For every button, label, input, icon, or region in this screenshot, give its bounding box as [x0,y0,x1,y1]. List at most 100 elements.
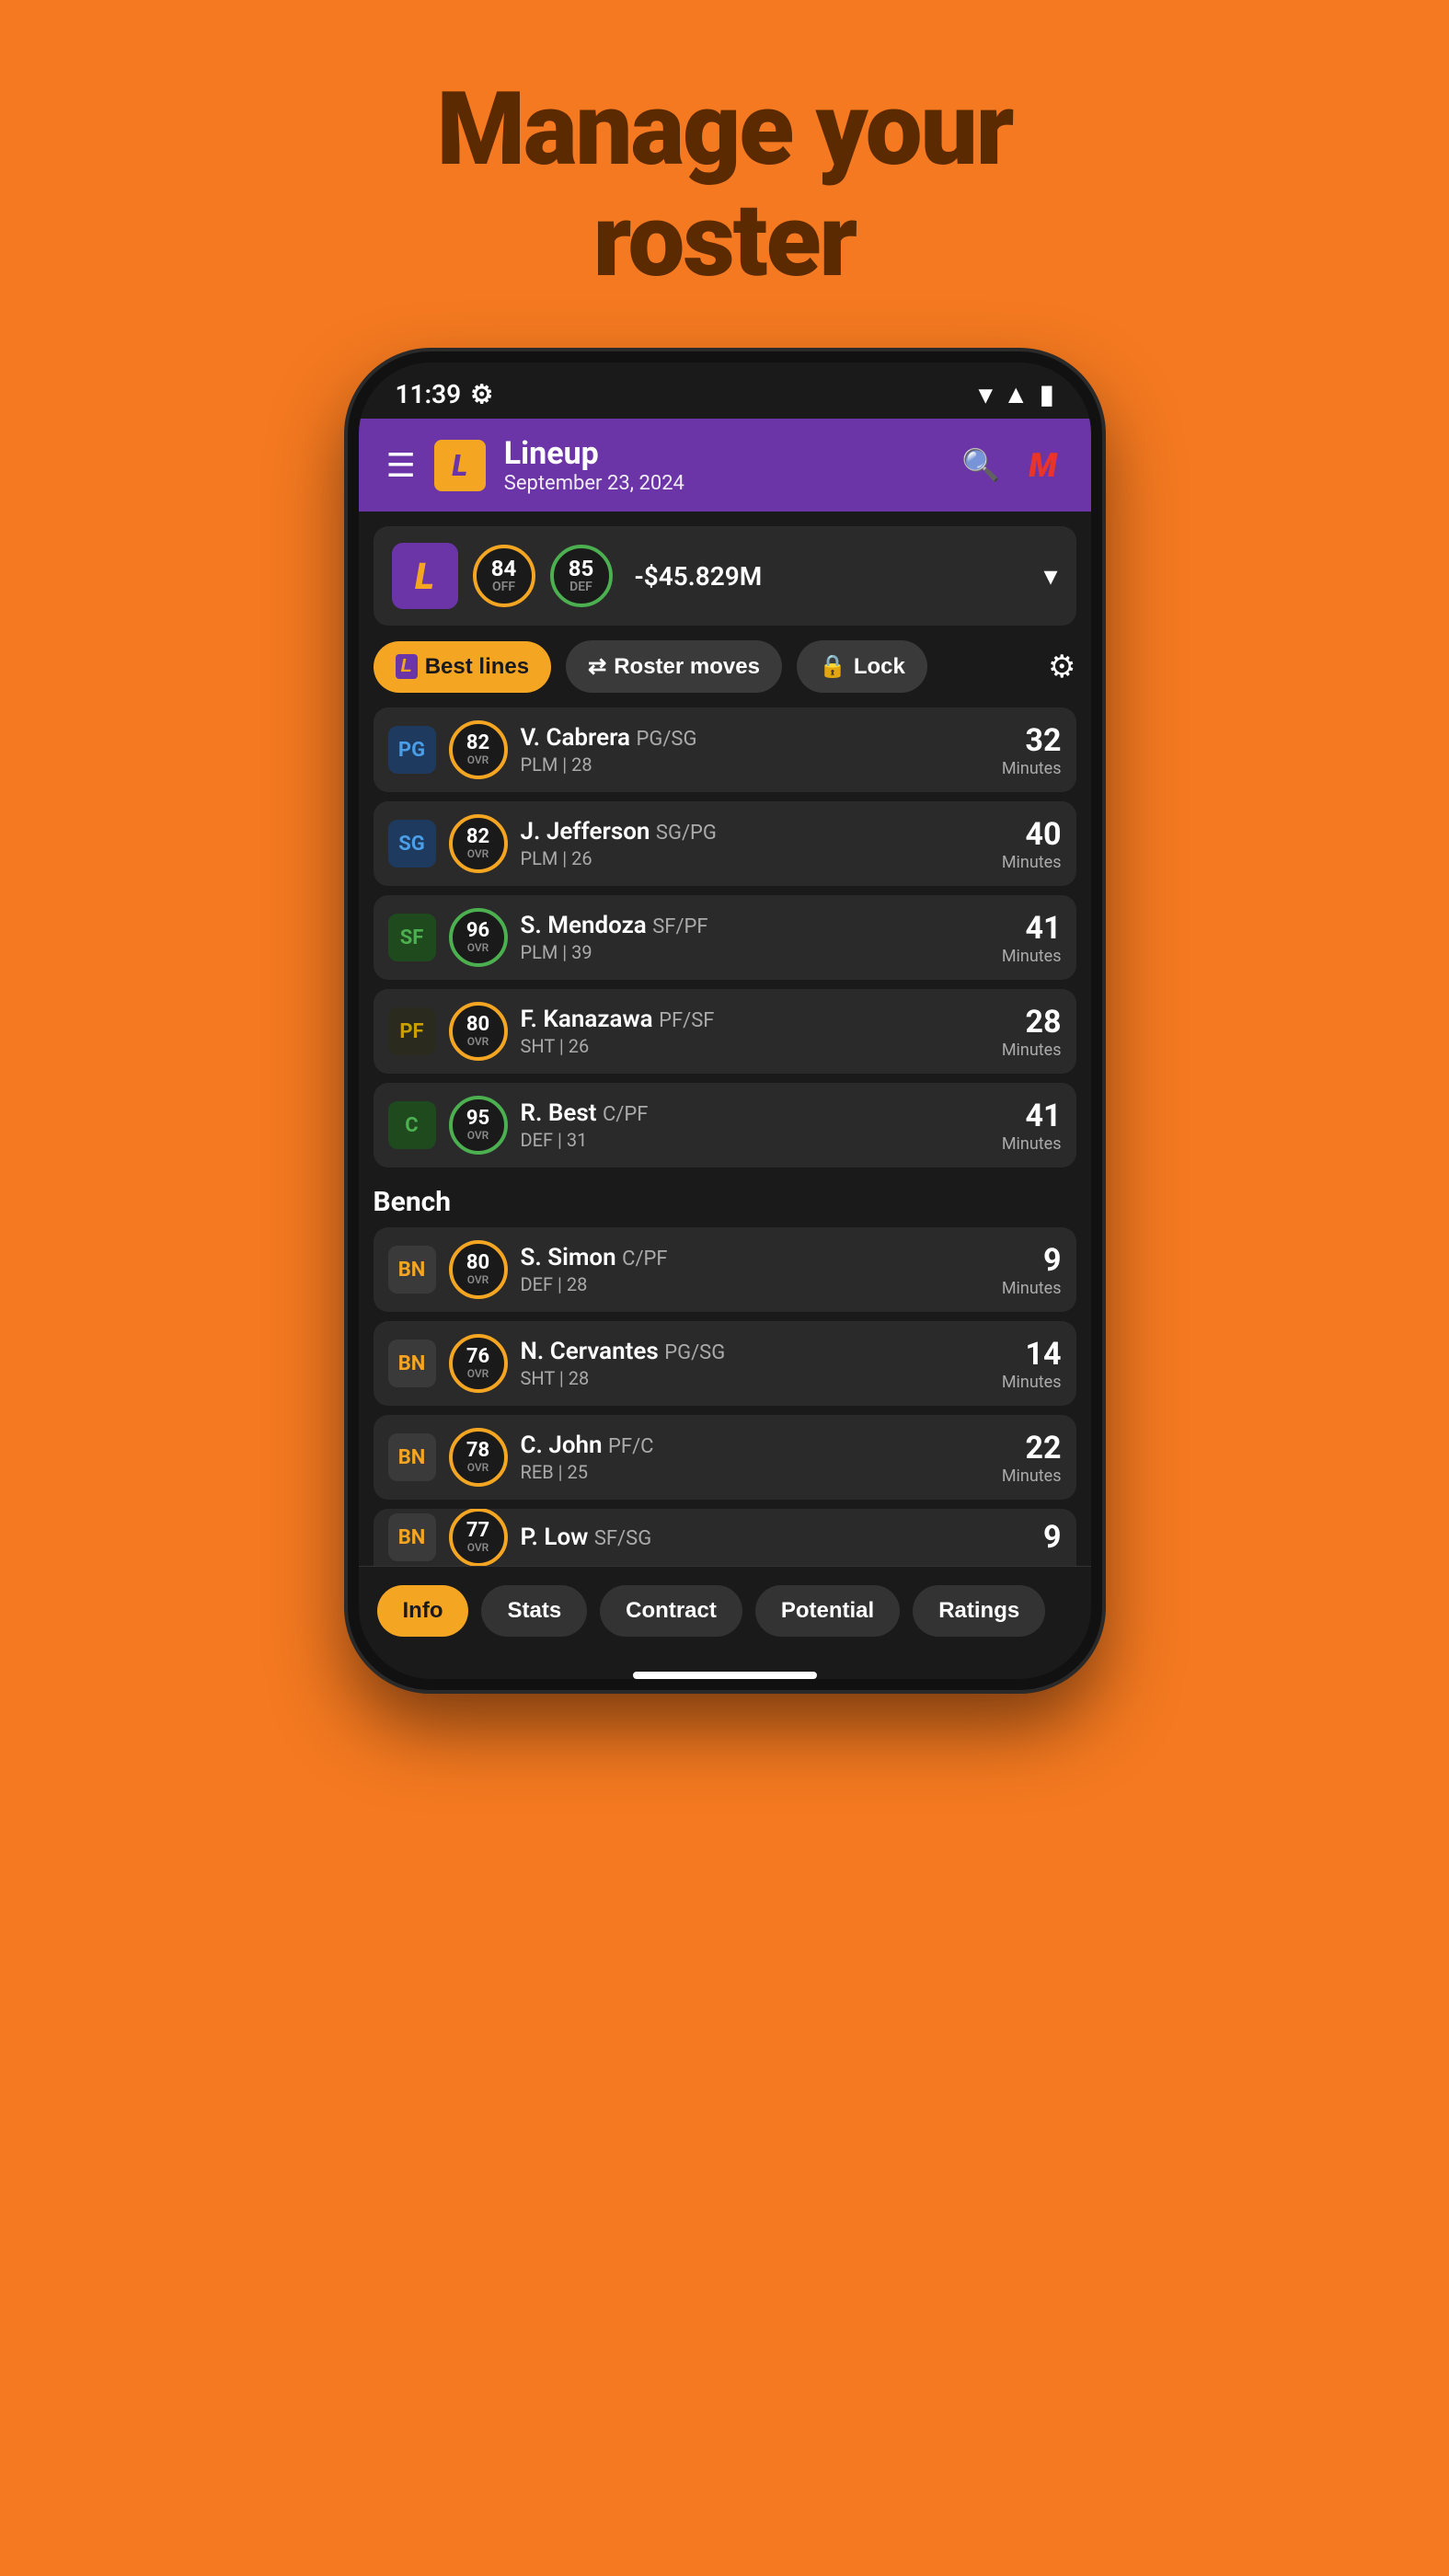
lock-button[interactable]: 🔒 Lock [797,640,927,693]
search-icon[interactable]: 🔍 [961,447,1000,484]
position-badge: PF [388,1007,436,1055]
player-detail: PLM | 26 [521,847,989,869]
bench-section-label: Bench [359,1177,1091,1227]
player-detail: DEF | 31 [521,1129,989,1151]
player-info: J. Jefferson SG/PG PLM | 26 [521,818,989,869]
phone-shell: 11:39 ⚙ ▾ ▲ ▮ ☰ L Lineup September 23, 2… [348,351,1102,1690]
offense-rating-value: 84 [491,558,517,580]
player-name: F. Kanazawa PF/SF [521,1006,989,1033]
lock-icon: 🔒 [819,653,846,680]
profile-icon[interactable]: M [1023,445,1064,486]
starters-list: PG 82 OVR V. Cabrera PG/SG PLM | 28 32 M… [359,707,1091,1167]
headline-line1: Manage your [437,70,1013,189]
status-bar: 11:39 ⚙ ▾ ▲ ▮ [359,362,1091,419]
position-badge: SF [388,914,436,961]
swap-icon: ⇄ [588,653,606,680]
position-badge: BN [388,1246,436,1294]
battery-icon: ▮ [1040,379,1053,409]
app-header: ☰ L Lineup September 23, 2024 🔍 M [359,419,1091,512]
player-minutes: 22 Minutes [1002,1430,1062,1486]
nav-tab-ratings[interactable]: Ratings [913,1585,1045,1637]
position-badge: SG [388,820,436,868]
best-lines-button[interactable]: L Best lines [374,641,552,693]
ovr-circle: 95 OVR [449,1096,508,1155]
player-minutes: 40 Minutes [1002,816,1062,872]
player-info: S. Simon C/PF DEF | 28 [521,1244,989,1295]
partial-player-row: BN 77 OVR P. Low SF/SG 9 [374,1509,1076,1566]
settings-button[interactable]: ⚙ [1048,649,1075,685]
chevron-down-icon[interactable]: ▾ [1043,560,1057,592]
player-detail: PLM | 28 [521,753,989,776]
time-display: 11:39 [396,379,462,409]
position-badge: PG [388,726,436,774]
wifi-icon: ▾ [979,379,992,409]
table-row[interactable]: SG 82 OVR J. Jefferson SG/PG PLM | 26 40… [374,801,1076,886]
player-detail: SHT | 26 [521,1035,989,1057]
ovr-circle: 80 OVR [449,1240,508,1299]
roster-moves-button[interactable]: ⇄ Roster moves [566,640,782,693]
nav-tab-potential[interactable]: Potential [755,1585,900,1637]
home-indicator [633,1672,817,1679]
table-row[interactable]: C 95 OVR R. Best C/PF DEF | 31 41 Minute… [374,1083,1076,1167]
player-info: F. Kanazawa PF/SF SHT | 26 [521,1006,989,1057]
headline-line2: roster [593,181,856,300]
ovr-circle: 82 OVR [449,720,508,779]
player-name: S. Simon C/PF [521,1244,989,1271]
table-row[interactable]: BN 78 OVR C. John PF/C REB | 25 22 Minut… [374,1415,1076,1500]
player-detail: DEF | 28 [521,1273,989,1295]
ovr-circle: 76 OVR [449,1334,508,1393]
table-row[interactable]: SF 96 OVR S. Mendoza SF/PF PLM | 39 41 M… [374,895,1076,980]
player-info: S. Mendoza SF/PF PLM | 39 [521,912,989,963]
position-badge: BN [388,1340,436,1387]
player-info: V. Cabrera PG/SG PLM | 28 [521,724,989,776]
nav-tab-stats[interactable]: Stats [481,1585,587,1637]
table-row[interactable]: PF 80 OVR F. Kanazawa PF/SF SHT | 26 28 … [374,989,1076,1074]
bench-list: BN 80 OVR S. Simon C/PF DEF | 28 9 Minut… [359,1227,1091,1500]
app-title: Lineup [504,435,684,472]
action-row: L Best lines ⇄ Roster moves 🔒 Lock ⚙ [359,640,1091,707]
offense-rating-circle: 84 OFF [473,545,535,607]
salary-display: -$45.829M [635,561,763,592]
defense-rating-circle: 85 DEF [550,545,613,607]
page-headline: Manage your roster [437,74,1013,296]
player-minutes: 41 Minutes [1002,1098,1062,1154]
defense-rating-label: DEF [569,580,592,594]
player-minutes-partial: 9 [1043,1519,1062,1556]
position-badge: BN [388,1433,436,1481]
player-minutes: 41 Minutes [1002,910,1062,966]
player-detail: REB | 25 [521,1461,989,1483]
player-name: C. John PF/C [521,1432,989,1459]
table-row[interactable]: PG 82 OVR V. Cabrera PG/SG PLM | 28 32 M… [374,707,1076,792]
table-row[interactable]: BN 76 OVR N. Cervantes PG/SG SHT | 28 14… [374,1321,1076,1406]
player-name: R. Best C/PF [521,1099,989,1127]
player-name: N. Cervantes PG/SG [521,1338,989,1365]
lock-label: Lock [854,654,905,680]
nav-tab-contract[interactable]: Contract [600,1585,742,1637]
menu-icon[interactable]: ☰ [386,446,416,485]
player-info: C. John PF/C REB | 25 [521,1432,989,1483]
roster-moves-label: Roster moves [614,654,760,680]
offense-rating-label: OFF [492,580,515,594]
ovr-circle: 82 OVR [449,814,508,873]
header-title-group: Lineup September 23, 2024 [504,435,684,495]
player-info-partial: P. Low SF/SG [521,1524,1030,1551]
player-info: N. Cervantes PG/SG SHT | 28 [521,1338,989,1389]
position-badge: C [388,1101,436,1149]
player-name: S. Mendoza SF/PF [521,912,989,939]
player-minutes: 32 Minutes [1002,722,1062,778]
best-lines-logo: L [396,654,418,679]
player-minutes: 28 Minutes [1002,1004,1062,1060]
nav-tab-info[interactable]: Info [377,1585,469,1637]
defense-rating-value: 85 [569,558,594,580]
player-minutes: 14 Minutes [1002,1336,1062,1392]
bottom-nav: InfoStatsContractPotentialRatings [359,1566,1091,1664]
player-name: V. Cabrera PG/SG [521,724,989,752]
team-card: L 84 OFF 85 DEF -$45.829M ▾ [374,526,1076,626]
player-detail: SHT | 28 [521,1367,989,1389]
table-row[interactable]: BN 80 OVR S. Simon C/PF DEF | 28 9 Minut… [374,1227,1076,1312]
player-minutes: 9 Minutes [1002,1242,1062,1298]
player-detail: PLM | 39 [521,941,989,963]
team-logo-large: L [392,543,458,609]
ovr-circle: 80 OVR [449,1002,508,1061]
ovr-circle-partial: 77 OVR [449,1509,508,1566]
